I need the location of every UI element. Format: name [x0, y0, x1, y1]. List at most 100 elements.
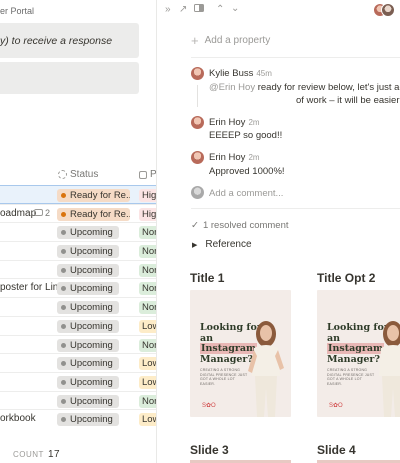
user-mention[interactable]: @Erin Hoy — [209, 82, 255, 93]
comment: Erin Hoy 2m EEEEP so good!! — [191, 116, 400, 144]
priority-badge[interactable]: Nor — [139, 282, 156, 296]
close-panel-icon[interactable]: » — [165, 4, 171, 16]
comment-time: 2m — [248, 118, 260, 127]
gallery-title-2: Title Opt 2 — [317, 271, 376, 285]
table-row[interactable]: oadmap 2 Ready for Re... Hig — [0, 203, 156, 223]
status-badge[interactable]: Upcoming — [57, 375, 119, 389]
comment-author: Erin Hoy — [209, 117, 246, 128]
gallery-title-slide-3: Slide 3 — [190, 443, 229, 457]
add-comment-input[interactable]: Add a comment... — [209, 188, 283, 199]
table-row[interactable]: Upcoming Nor — [0, 390, 156, 410]
row-title[interactable]: oadmap — [0, 208, 36, 219]
table-row[interactable]: Upcoming Nor — [0, 334, 156, 354]
avatar-stack[interactable] — [373, 3, 400, 19]
priority-badge[interactable]: Nor — [139, 245, 156, 259]
table-row[interactable]: Upcoming Nor — [0, 297, 156, 316]
table-row[interactable]: Upcoming Nor — [0, 259, 156, 279]
table-row[interactable]: Ready for Re... Hig — [0, 185, 156, 204]
callout-block: y) to receive a response — [0, 23, 139, 58]
priority-badge[interactable]: Nor — [139, 263, 156, 277]
comment-text: of work – it will be easier to o — [296, 95, 400, 106]
column-header-priority[interactable]: P — [139, 169, 156, 180]
comment-count[interactable]: 2 — [34, 208, 50, 218]
row-title[interactable]: orkbook — [0, 413, 36, 424]
status-badge[interactable]: Upcoming — [57, 394, 119, 408]
priority-badge[interactable]: Low — [139, 413, 156, 427]
status-dot-icon — [61, 267, 66, 273]
status-label: Upcoming — [70, 264, 113, 276]
resolved-comments-toggle[interactable]: ✓ 1 resolved comment — [191, 220, 289, 231]
status-badge[interactable]: Ready for Re... — [57, 207, 130, 221]
thread-line — [197, 85, 198, 107]
comment-time: 45m — [256, 69, 272, 78]
status-dot-icon — [61, 249, 66, 255]
status-badge[interactable]: Upcoming — [57, 319, 119, 333]
status-label: Upcoming — [70, 339, 113, 351]
priority-badge[interactable]: Low — [139, 375, 156, 389]
status-badge[interactable]: Upcoming — [57, 282, 119, 296]
avatar — [191, 186, 204, 199]
status-dot-icon — [61, 230, 66, 236]
status-badge[interactable]: Upcoming — [57, 357, 119, 371]
woman-photo — [248, 321, 284, 417]
priority-badge[interactable]: Nor — [139, 394, 156, 408]
status-badge[interactable]: Upcoming — [57, 245, 119, 259]
priority-badge[interactable]: Low — [139, 357, 156, 371]
priority-badge[interactable]: Nor — [139, 301, 156, 315]
priority-badge[interactable]: Nor — [139, 226, 156, 240]
callout-text: y) to receive a response — [0, 35, 113, 47]
status-dot-icon — [61, 193, 66, 198]
status-badge[interactable]: Upcoming — [57, 301, 119, 315]
gallery-title-1: Title 1 — [190, 271, 225, 285]
background-database-view: er Portal y) to receive a response Statu… — [0, 0, 156, 463]
expand-icon[interactable]: ↗ — [179, 4, 187, 16]
avatar — [191, 151, 204, 164]
column-header-status[interactable]: Status — [58, 169, 98, 180]
gallery-image-title-2[interactable]: Looking for an Instagram Manager? CREATI… — [317, 290, 400, 417]
status-dot-icon — [61, 305, 66, 311]
table-row[interactable]: Upcoming Nor — [0, 222, 156, 241]
breadcrumb[interactable]: er Portal — [0, 6, 34, 16]
status-label: Upcoming — [70, 302, 113, 314]
status-label: Ready for Re... — [70, 190, 130, 201]
comment-text: ready for review below, let's just add c… — [257, 82, 400, 93]
checkmark-icon: ✓ — [191, 220, 199, 231]
reference-toggle[interactable]: ▶ Reference — [192, 239, 252, 250]
row-title[interactable]: poster for Lin — [0, 282, 58, 293]
status-dot-icon — [61, 323, 66, 329]
status-label: Upcoming — [70, 246, 113, 258]
table-row[interactable]: Upcoming Nor — [0, 241, 156, 260]
avatar — [381, 3, 395, 17]
chevron-down-icon[interactable]: ⌄ — [231, 3, 239, 15]
add-property-button[interactable]: + Add a property — [191, 33, 270, 48]
priority-badge[interactable]: Nor — [139, 338, 156, 352]
chevron-up-icon[interactable]: ⌃ — [216, 4, 224, 16]
gallery-image-title-1[interactable]: Looking for an Instagram Manager? CREATI… — [190, 290, 291, 417]
status-badge[interactable]: Ready for Re... — [57, 189, 130, 202]
table-row[interactable]: Upcoming Low — [0, 315, 156, 335]
status-label: Ready for Re... — [70, 208, 130, 220]
table-row[interactable]: orkbook Upcoming Low — [0, 409, 156, 428]
view-mode-icon[interactable] — [194, 3, 204, 17]
gallery-title-slide-4: Slide 4 — [317, 443, 356, 457]
status-badge[interactable]: Upcoming — [57, 338, 119, 352]
add-property-label: Add a property — [204, 35, 271, 46]
status-dot-icon — [61, 398, 66, 404]
select-icon — [139, 170, 147, 179]
status-badge[interactable]: Upcoming — [57, 263, 119, 277]
status-badge[interactable]: Upcoming — [57, 413, 119, 427]
woman-photo — [379, 321, 400, 417]
comment-author: Kylie Buss — [209, 68, 254, 79]
priority-badge[interactable]: Low — [139, 319, 156, 333]
priority-badge[interactable]: Hig — [139, 207, 156, 221]
status-dot-icon — [61, 417, 66, 423]
table-row[interactable]: Upcoming Low — [0, 353, 156, 372]
status-badge[interactable]: Upcoming — [57, 226, 119, 240]
comment-author: Erin Hoy — [209, 152, 246, 163]
table-rows: Ready for Re... Hig oadmap 2 Ready for Re...… — [0, 185, 156, 428]
table-row[interactable]: Upcoming Low — [0, 371, 156, 391]
priority-badge[interactable]: Hig — [139, 189, 156, 202]
status-label: Upcoming — [70, 414, 113, 426]
table-row[interactable]: poster for Lin Upcoming Nor — [0, 278, 156, 297]
plus-icon: + — [191, 33, 199, 48]
